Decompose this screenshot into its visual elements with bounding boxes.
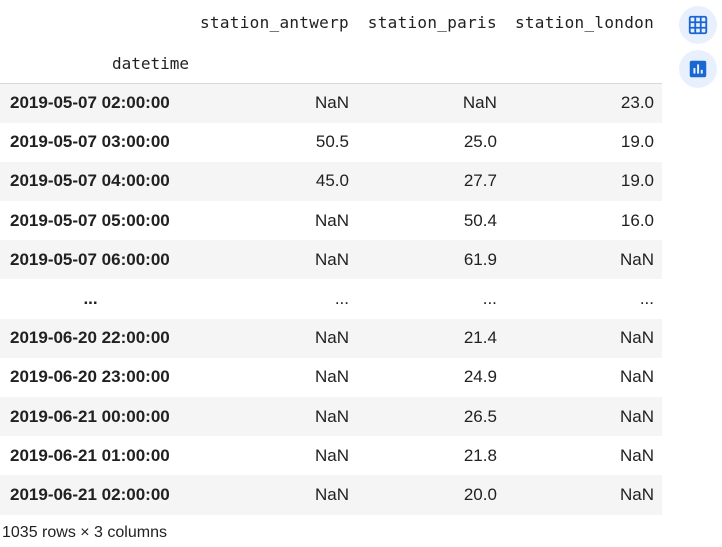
index-name-blank	[356, 44, 505, 84]
index-name-blank	[189, 44, 357, 84]
cell-station-antwerp: NaN	[314, 210, 349, 230]
dataframe-output: station_antwerp station_paris station_lo…	[0, 0, 662, 515]
cell-station-london: 23.0	[620, 93, 654, 113]
cell-station-antwerp: NaN	[314, 93, 349, 113]
cell-station-london: NaN	[619, 249, 654, 269]
cell-station-london: 19.0	[620, 132, 654, 152]
cell-station-paris: 20.0	[463, 484, 497, 504]
table-row-ellipsis: ... ... ... ...	[0, 279, 662, 319]
table-row: 2019-05-07 02:00:00 NaN NaN 23.0	[0, 83, 662, 123]
cell-station-london: NaN	[619, 406, 654, 426]
cell-station-london: NaN	[619, 484, 654, 504]
cell-station-antwerp: 45.0	[315, 171, 349, 191]
cell-station-london: NaN	[619, 328, 654, 348]
cell-station-antwerp: NaN	[314, 367, 349, 387]
index-header-blank	[0, 0, 189, 44]
row-index: 2019-05-07 02:00:00	[10, 93, 170, 113]
row-index: 2019-05-07 03:00:00	[10, 132, 170, 152]
column-header-row: station_antwerp station_paris station_lo…	[0, 0, 662, 44]
dataframe-table: station_antwerp station_paris station_lo…	[0, 0, 662, 515]
cell-station-antwerp: NaN	[314, 249, 349, 269]
row-index: 2019-06-21 01:00:00	[10, 445, 170, 465]
cell-station-paris: 24.9	[463, 367, 497, 387]
index-name-datetime: datetime	[0, 44, 190, 84]
suggest-charts-button[interactable]	[679, 50, 717, 88]
convert-to-interactive-table-button[interactable]	[679, 6, 717, 44]
cell-station-paris: 21.8	[463, 445, 497, 465]
cell-station-antwerp: NaN	[314, 445, 349, 465]
column-header-station-paris: station_paris	[367, 12, 497, 32]
cell-station-london: 19.0	[620, 171, 654, 191]
cell-station-antwerp: NaN	[314, 406, 349, 426]
index-name-blank	[504, 44, 662, 84]
table-row: 2019-05-07 03:00:00 50.5 25.0 19.0	[0, 122, 662, 162]
dataframe-shape-text: 1035 rows × 3 columns	[2, 524, 167, 541]
cell-station-paris: 61.9	[463, 249, 497, 269]
row-index: 2019-05-07 04:00:00	[10, 171, 170, 191]
row-index: 2019-06-20 23:00:00	[10, 367, 170, 387]
table-row: 2019-06-20 23:00:00 NaN 24.9 NaN	[0, 357, 662, 397]
table-row: 2019-06-21 02:00:00 NaN 20.0 NaN	[0, 475, 662, 515]
cell-station-paris: 21.4	[463, 328, 497, 348]
table-row: 2019-06-20 22:00:00 NaN 21.4 NaN	[0, 318, 662, 358]
cell-ellipsis: ...	[639, 289, 654, 309]
table-row: 2019-05-07 05:00:00 NaN 50.4 16.0	[0, 201, 662, 241]
cell-station-antwerp: 50.5	[315, 132, 349, 152]
cell-station-paris: 26.5	[463, 406, 497, 426]
interactive-table-icon	[688, 15, 708, 35]
bar-chart-icon	[689, 60, 707, 78]
row-index: 2019-06-20 22:00:00	[10, 328, 170, 348]
cell-ellipsis: ...	[482, 289, 497, 309]
cell-station-paris: NaN	[462, 93, 497, 113]
table-row: 2019-06-21 00:00:00 NaN 26.5 NaN	[0, 397, 662, 437]
cell-station-london: NaN	[619, 445, 654, 465]
cell-station-london: 16.0	[620, 210, 654, 230]
row-index-ellipsis: ...	[83, 289, 98, 309]
row-index: 2019-05-07 06:00:00	[10, 249, 170, 269]
row-index: 2019-06-21 00:00:00	[10, 406, 170, 426]
cell-station-paris: 50.4	[463, 210, 497, 230]
cell-station-paris: 25.0	[463, 132, 497, 152]
row-index: 2019-06-21 02:00:00	[10, 484, 170, 504]
table-row: 2019-06-21 01:00:00 NaN 21.8 NaN	[0, 436, 662, 476]
cell-station-antwerp: NaN	[314, 484, 349, 504]
cell-ellipsis: ...	[334, 289, 349, 309]
column-header-station-antwerp: station_antwerp	[199, 12, 349, 32]
index-name-row: datetime	[0, 44, 662, 84]
cell-station-london: NaN	[619, 367, 654, 387]
row-index: 2019-05-07 05:00:00	[10, 210, 170, 230]
cell-station-paris: 27.7	[463, 171, 497, 191]
cell-station-antwerp: NaN	[314, 328, 349, 348]
column-header-station-london: station_london	[514, 12, 654, 32]
table-row: 2019-05-07 04:00:00 45.0 27.7 19.0	[0, 161, 662, 202]
table-row: 2019-05-07 06:00:00 NaN 61.9 NaN	[0, 240, 662, 280]
